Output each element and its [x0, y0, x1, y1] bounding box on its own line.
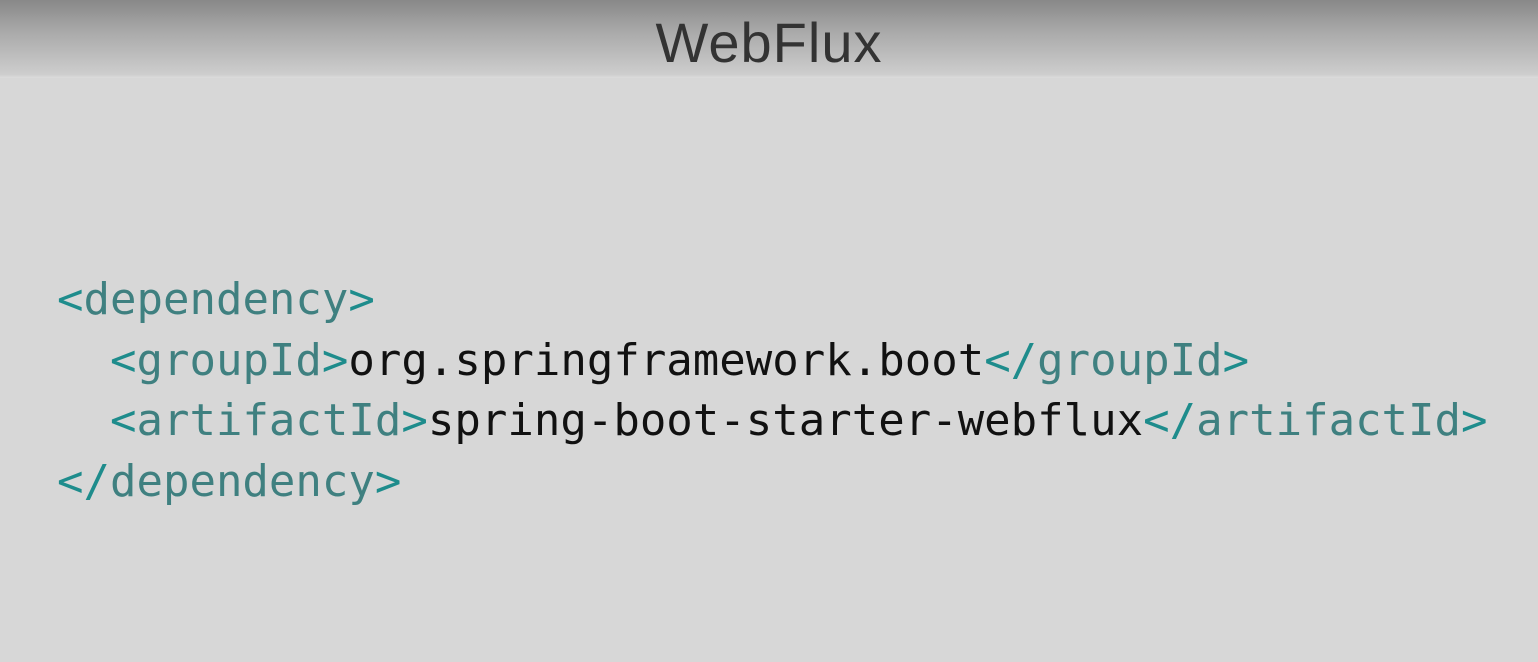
xml-value: spring-boot-starter-webflux — [427, 395, 1144, 446]
xml-open-tag: </dependency> — [57, 455, 402, 507]
code-line: <artifactId>spring-boot-starter-webflux<… — [57, 391, 1488, 452]
code-line: </dependency> — [57, 452, 1488, 513]
code-line: <groupId>org.springframework.boot</group… — [57, 331, 1488, 392]
xml-close-tag: </groupId> — [984, 334, 1250, 386]
slide-title: WebFlux — [655, 11, 883, 74]
xml-value: org.springframework.boot — [348, 334, 985, 386]
slide-header: WebFlux — [0, 0, 1538, 78]
xml-close-tag: </artifactId> — [1143, 395, 1488, 446]
code-block: <dependency> <groupId>org.springframewor… — [57, 270, 1488, 512]
code-line: <dependency> — [57, 270, 1488, 331]
xml-open-tag: <groupId> — [109, 334, 349, 386]
xml-open-tag: <artifactId> — [109, 395, 428, 446]
xml-open-tag: <dependency> — [57, 274, 375, 325]
